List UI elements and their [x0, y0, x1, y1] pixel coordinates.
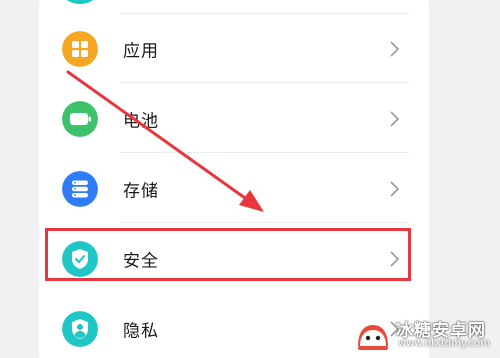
row-divider: [120, 222, 409, 223]
privacy-icon: [62, 310, 98, 347]
row-divider: [120, 152, 409, 153]
watermark-logo-icon: [358, 325, 388, 350]
row-divider: [120, 82, 409, 83]
watermark: 冰糖安卓网 www.btxtdmy.com: [354, 314, 494, 354]
chevron-right-icon: [390, 250, 400, 267]
security-shield-icon: [62, 240, 98, 277]
apps-icon: [62, 30, 98, 67]
settings-item-label: 电池: [123, 111, 159, 131]
settings-item-label: 安全: [123, 251, 159, 271]
chevron-right-icon: [390, 40, 400, 57]
watermark-url: www.btxtdmy.com: [398, 338, 491, 349]
storage-icon: [62, 170, 98, 207]
settings-item-label: 隐私: [123, 321, 159, 341]
settings-item-label: 应用: [123, 41, 159, 61]
settings-item-label: 存储: [123, 181, 159, 201]
settings-item-apps[interactable]: 应用: [39, 14, 429, 83]
settings-screen: 应用 电池 存储 安全 隐私 冰糖安卓网 www.btxtdmy.com: [0, 0, 500, 358]
settings-item-battery[interactable]: 电池: [39, 84, 429, 153]
settings-item-storage[interactable]: 存储: [39, 154, 429, 223]
battery-icon: [62, 100, 98, 137]
chevron-right-icon: [390, 110, 400, 127]
chevron-right-icon: [390, 180, 400, 197]
settings-item-security[interactable]: 安全: [39, 224, 429, 293]
